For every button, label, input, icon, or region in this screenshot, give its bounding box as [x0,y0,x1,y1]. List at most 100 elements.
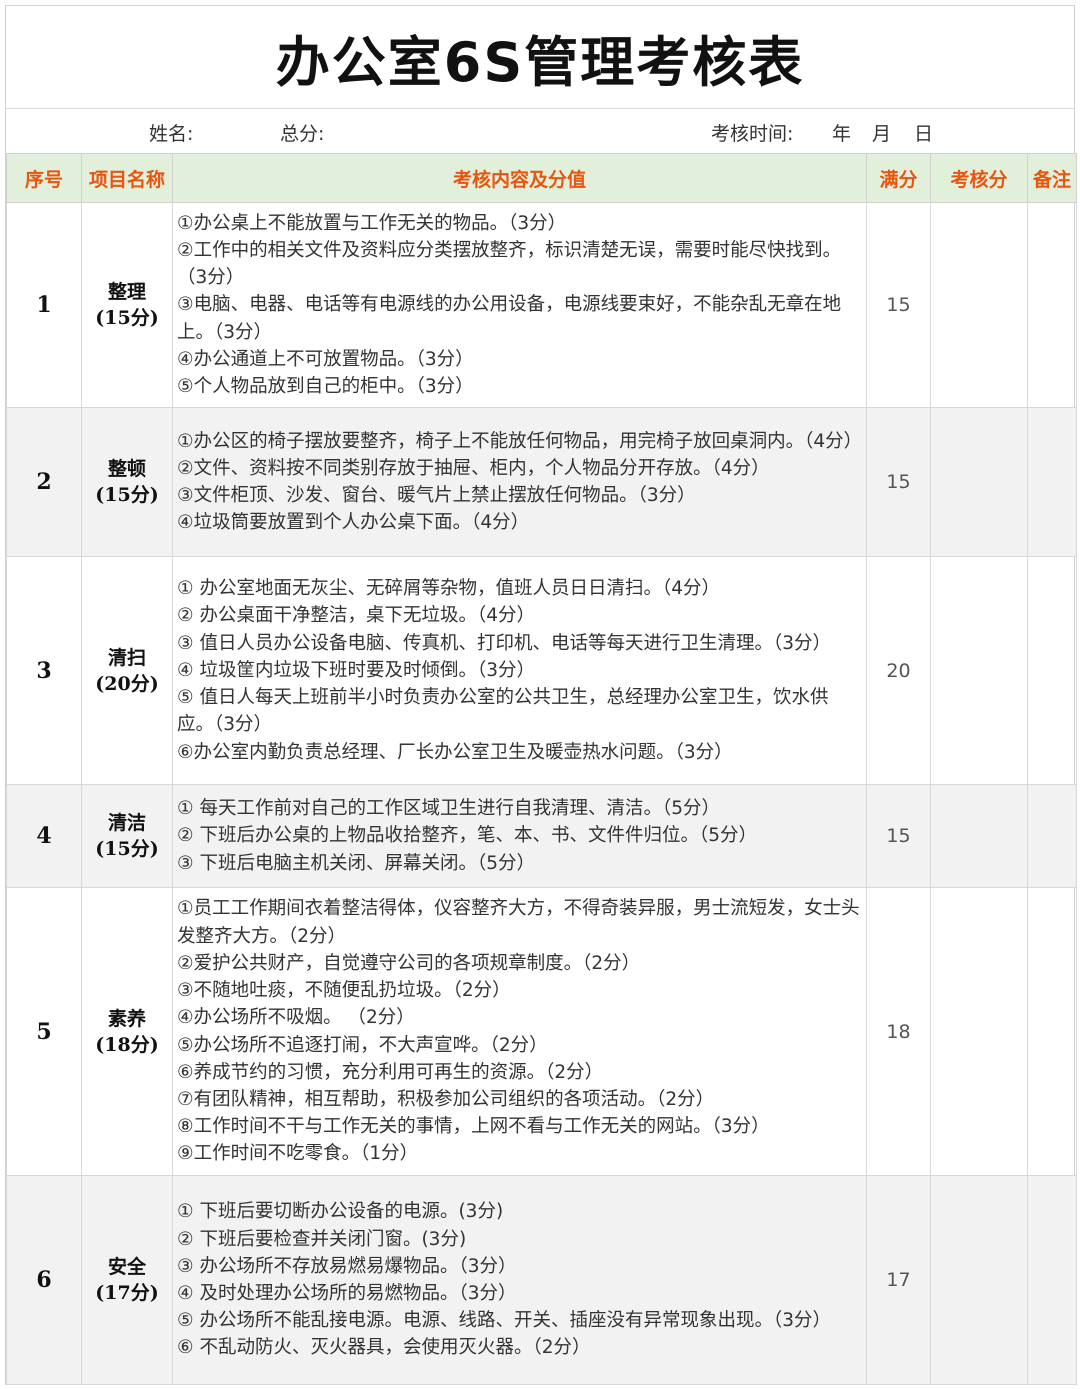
content-item: ③电脑、电器、电话等有电源线的办公用设备，电源线要束好，不能杂乱无章在地上。（3… [177,294,842,343]
row-score-cell[interactable] [930,407,1028,557]
item-name: 整顿 [107,458,146,480]
row-full-score: 20 [866,556,931,785]
item-points: (15分) [95,307,159,329]
row-remark-cell[interactable] [1027,887,1077,1176]
row-remark-cell[interactable] [1027,1175,1077,1385]
row-index: 6 [6,1175,82,1385]
content-item: ⑤ 办公场所不能乱接电源。电源、线路、开关、插座没有异常现象出现。（3分） [177,1310,831,1332]
content-item: ⑤办公场所不追逐打闹，不大声宣哗。（2分） [177,1034,548,1056]
item-name: 清扫 [107,646,146,669]
content-item: ⑥ 不乱动防火、灭火器具，会使用灭火器。（2分） [177,1337,591,1359]
row-item-name: 整理 (15分) [81,202,173,408]
content-item: ① 每天工作前对自己的工作区域卫生进行自我清理、清洁。（5分） [177,798,720,820]
content-item: ④垃圾筒要放置到个人办公桌下面。（4分） [177,512,530,534]
name-label: 姓名: [149,123,194,145]
row-score-cell[interactable] [930,887,1028,1176]
row-remark-cell[interactable] [1027,407,1077,557]
row-content: ①办公桌上不能放置与工作无关的物品。（3分） ②工作中的相关文件及资料应分类摆放整… [172,202,867,408]
row-content: ① 办公室地面无灰尘、无碎屑等杂物，值班人员日日清扫。（4分） ② 办公桌面干净整… [172,556,867,785]
content-item: ④ 垃圾筐内垃圾下班时要及时倾倒。（3分） [177,659,535,681]
assessment-sheet: 办公室6S管理考核表 姓名: 总分: 考核时间: 年 月 日 序号 项目名称 考… [5,5,1077,1385]
row-full-score: 15 [866,407,931,557]
row-remark-cell[interactable] [1027,784,1077,888]
content-item: ⑨工作时间不吃零食。（1分） [177,1143,419,1165]
header-index: 序号 [6,153,82,203]
item-points: (15分) [95,484,159,506]
row-item-name: 清洁 (15分) [81,784,173,888]
total-label: 总分: [280,123,325,145]
header-remark: 备注 [1027,153,1077,203]
table-row: 6 安全 (17分) ① 下班后要切断办公设备的电源。(3分) ② 下班后要检查并关闭门… [6,1175,1077,1385]
content-item: ①办公区的椅子摆放要整齐，椅子上不能放任何物品，用完椅子放回桌洞内。（4分） [177,430,863,452]
content-item: ④办公通道上不可放置物品。（3分） [177,348,474,370]
row-content: ① 每天工作前对自己的工作区域卫生进行自我清理、清洁。（5分） ② 下班后办公桌的… [172,784,867,888]
header-item: 项目名称 [81,153,173,203]
row-index: 4 [6,784,82,888]
row-index: 1 [6,202,82,408]
content-item: ① 下班后要切断办公设备的电源。(3分) [177,1201,504,1223]
item-points: (18分) [95,1033,159,1056]
table-row: 1 整理 (15分) ①办公桌上不能放置与工作无关的物品。（3分） ②工作中的相关文件及… [6,202,1077,408]
row-score-cell[interactable] [930,202,1028,408]
item-points: (15分) [95,838,159,860]
content-item: ⑦有团队精神，相互帮助，积极参加公司组织的各项活动。（2分） [177,1088,715,1110]
page-title: 办公室6S管理考核表 [6,6,1074,109]
item-name: 整理 [107,281,146,303]
content-item: ⑥养成节约的习惯，充分利用可再生的资源。（2分） [177,1061,604,1083]
content-item: ⑧工作时间不干与工作无关的事情，上网不看与工作无关的网站。（3分） [177,1116,770,1138]
row-item-name: 整顿 (15分) [81,407,173,557]
table-row: 5 素养 (18分) ①员工工作期间衣着整洁得体，仪容整齐大方，不得奇装异服，男士流短… [6,887,1077,1176]
content-item: ①办公桌上不能放置与工作无关的物品。（3分） [177,212,567,234]
content-item: ②工作中的相关文件及资料应分类摆放整齐，标识清楚无误，需要时能尽快找到。（3分） [177,239,842,289]
table-row: 2 整顿 (15分) ①办公区的椅子摆放要整齐，椅子上不能放任何物品，用完椅子放回桌洞… [6,407,1077,557]
content-item: ⑤个人物品放到自己的柜中。（3分） [177,376,474,397]
header-content: 考核内容及分值 [172,153,867,203]
content-item: ②文件、资料按不同类别存放于抽屉、柜内，个人物品分开存放。（4分） [177,457,770,479]
row-full-score: 17 [866,1175,931,1385]
info-bar: 姓名: 总分: 考核时间: 年 月 日 [6,109,1074,153]
content-item: ② 下班后办公桌的上物品收拾整齐，笔、本、书、文件件归位。（5分） [177,825,757,847]
row-score-cell[interactable] [930,556,1028,785]
content-item: ③ 办公场所不存放易燃易爆物品。（3分） [177,1255,517,1277]
row-score-cell[interactable] [930,1175,1028,1385]
content-item: ②爱护公共财产，自觉遵守公司的各项规章制度。（2分） [177,952,641,974]
assessment-table: 序号 项目名称 考核内容及分值 满分 考核分 备注 1 整理 (15分) ①办公桌上不… [6,153,1077,1385]
content-item: ⑥办公室内勤负责总经理、厂长办公室卫生及暖壶热水问题。（3分） [177,741,733,763]
content-item: ② 办公桌面干净整洁，桌下无垃圾。（4分） [177,605,535,627]
item-name: 安全 [107,1256,146,1278]
row-full-score: 15 [866,202,931,408]
row-index: 5 [6,887,82,1176]
row-item-name: 清扫 (20分) [81,556,173,785]
item-points: (17分) [95,1282,159,1304]
row-full-score: 18 [866,887,931,1176]
day-label: 日 [914,123,934,145]
content-item: ③文件柜顶、沙发、窗台、暖气片上禁止摆放任何物品。（3分） [177,485,696,506]
row-index: 3 [6,556,82,785]
table-row: 4 清洁 (15分) ① 每天工作前对自己的工作区域卫生进行自我清理、清洁。（5分） ②… [6,784,1077,888]
content-item: ① 办公室地面无灰尘、无碎屑等杂物，值班人员日日清扫。（4分） [177,578,720,600]
content-item: ①员工工作期间衣着整洁得体，仪容整齐大方，不得奇装异服，男士流短发，女士头发整齐… [177,898,860,947]
header-full-score: 满分 [866,153,931,203]
item-points: (20分) [95,672,159,695]
year-label: 年 [832,123,852,145]
table-row: 3 清扫 (20分) ① 办公室地面无灰尘、无碎屑等杂物，值班人员日日清扫。（4分） ②… [6,556,1077,785]
row-content: ① 下班后要切断办公设备的电源。(3分) ② 下班后要检查并关闭门窗。(3分) ③ … [172,1175,867,1385]
row-content: ①办公区的椅子摆放要整齐，椅子上不能放任何物品，用完椅子放回桌洞内。（4分） ②文… [172,407,867,557]
content-item: ④ 及时处理办公场所的易燃物品。（3分） [177,1283,517,1304]
content-item: ③ 下班后电脑主机关闭、屏幕关闭。（5分） [177,852,535,874]
row-remark-cell[interactable] [1027,202,1077,408]
row-score-cell[interactable] [930,784,1028,888]
row-content: ①员工工作期间衣着整洁得体，仪容整齐大方，不得奇装异服，男士流短发，女士头发整齐… [172,887,867,1176]
item-name: 清洁 [107,812,146,834]
item-name: 素养 [107,1007,146,1030]
row-index: 2 [6,407,82,557]
month-label: 月 [872,123,892,145]
time-label: 考核时间: [711,123,794,145]
content-item: ③不随地吐痰，不随便乱扔垃圾。（2分） [177,980,511,1002]
row-full-score: 15 [866,784,931,888]
header-score: 考核分 [930,153,1028,203]
content-item: ③ 值日人员办公设备电脑、传真机、打印机、电话等每天进行卫生清理。（3分） [177,632,831,654]
row-remark-cell[interactable] [1027,556,1077,785]
content-item: ② 下班后要检查并关闭门窗。(3分) [177,1228,467,1250]
content-item: ④办公场所不吸烟。 （2分） [177,1007,415,1029]
